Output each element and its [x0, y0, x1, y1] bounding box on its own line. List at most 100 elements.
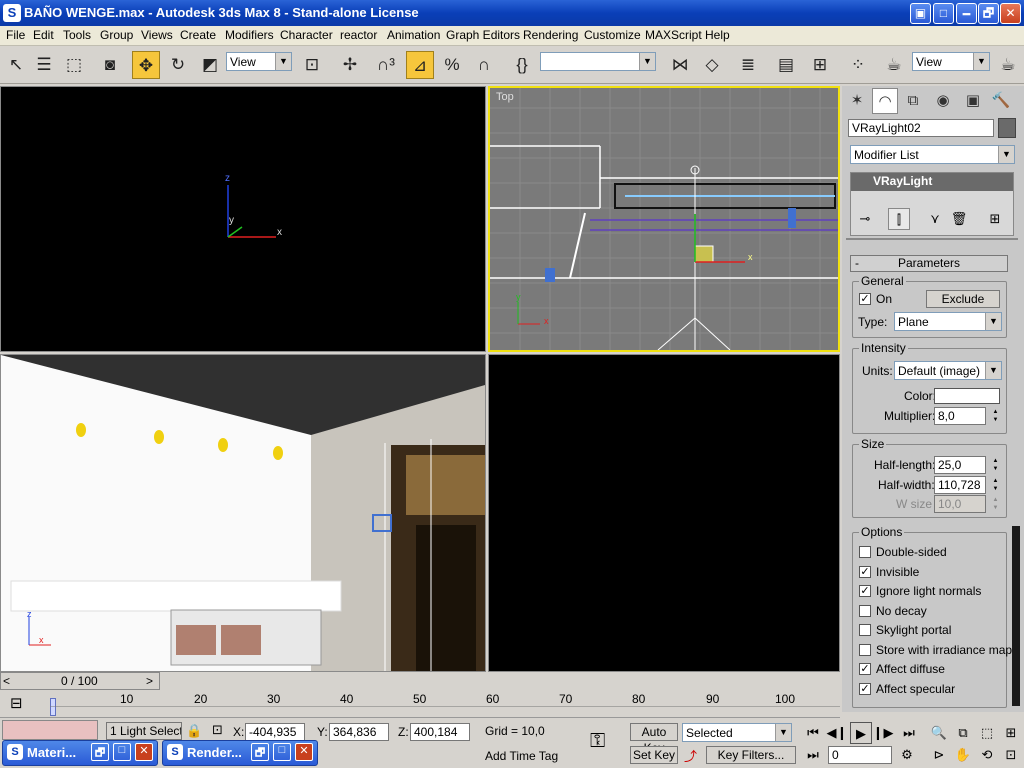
close-icon[interactable]: ✕ [295, 743, 313, 761]
expand-icon[interactable]: □ [933, 3, 954, 24]
double-sided-checkbox[interactable] [859, 546, 871, 558]
lock-selection-icon[interactable]: 🔒 [186, 723, 202, 739]
half-width-spinner-icon[interactable]: ▲ ▼ [990, 477, 1001, 493]
affect-specular-checkbox[interactable]: ✓ [859, 683, 871, 695]
add-time-tag-button[interactable]: Add Time Tag [482, 748, 578, 766]
parameters-rollout-header[interactable]: - Parameters [850, 255, 1008, 272]
rect-selection-icon[interactable]: ⬚ [60, 51, 88, 79]
set-key-button[interactable]: Set Key [630, 746, 678, 764]
multiplier-spinner-icon[interactable]: ▲ ▼ [990, 408, 1001, 424]
pivot-center-icon[interactable]: ⊡ [298, 51, 326, 79]
time-slider[interactable]: < 0 / 100 > [0, 672, 160, 690]
store-irradiance-checkbox[interactable] [859, 644, 871, 656]
schematic-view-icon[interactable]: ⊞ [806, 51, 834, 79]
material-editor-icon[interactable]: ⁘ [844, 51, 872, 79]
mirror-icon[interactable]: ⋈ [666, 51, 694, 79]
menu-group[interactable]: Group [100, 28, 133, 42]
hierarchy-tab-icon[interactable]: ⧉ [900, 88, 926, 114]
menu-file[interactable]: File [6, 28, 25, 42]
utilities-tab-icon[interactable]: 🔨 [988, 88, 1014, 114]
menu-maxscript[interactable]: MAXScript [645, 28, 702, 42]
quick-render-icon[interactable]: ☕ [994, 51, 1022, 79]
close-button[interactable]: ✕ [1000, 3, 1021, 24]
material-editor-window[interactable]: S Materi... 🗗 □ ✕ [2, 740, 158, 766]
skylight-portal-checkbox[interactable] [859, 624, 871, 636]
half-width-field[interactable]: 110,728 [934, 476, 986, 494]
make-unique-icon[interactable]: ⋎ [924, 208, 946, 230]
key-mode-icon[interactable]: ⚿ [590, 730, 605, 753]
viewport-bottom-right[interactable] [488, 354, 840, 672]
next-frame-icon[interactable]: ❙▶ [872, 722, 894, 744]
light-color-swatch[interactable] [934, 388, 1000, 404]
menu-graph-editors[interactable]: Graph Editors [446, 28, 520, 42]
zoom-extents-all-icon[interactable]: ⊞ [1000, 722, 1022, 744]
align-icon[interactable]: ◇ [698, 51, 726, 79]
units-dropdown[interactable]: Default (image) ▼ [894, 361, 1002, 380]
invisible-checkbox[interactable]: ✓ [859, 566, 871, 578]
time-slider-prev[interactable]: < [3, 674, 10, 688]
key-set-dropdown[interactable]: Selected ▼ [682, 723, 792, 742]
arc-rotate-icon[interactable]: ⟲ [976, 744, 998, 766]
viewport-top[interactable]: Top x x y [488, 86, 840, 352]
3dsmax-app-icon[interactable]: S [3, 4, 21, 22]
close-icon[interactable]: ✕ [135, 743, 153, 761]
menu-create[interactable]: Create [180, 28, 216, 42]
render-window[interactable]: S Render... 🗗 □ ✕ [162, 740, 318, 766]
play-icon[interactable]: ▶ [850, 722, 872, 744]
create-tab-icon[interactable]: ✶ [844, 88, 870, 114]
mini-curve-editor-icon[interactable]: ⊟ [10, 694, 23, 712]
maximize-viewport-icon[interactable]: ⊡ [1000, 744, 1022, 766]
menu-character[interactable]: Character [280, 28, 333, 42]
maxscript-listener[interactable] [2, 720, 98, 740]
restore-icon[interactable]: 🗗 [91, 743, 109, 761]
reference-coordinate-dropdown[interactable]: View ▼ [226, 52, 292, 71]
menu-animation[interactable]: Animation [387, 28, 440, 42]
percent-snap-icon[interactable]: % [438, 51, 466, 79]
auto-key-button[interactable]: Auto Key [630, 723, 678, 755]
z-coordinate-field[interactable]: 400,184 [410, 723, 470, 741]
scale-icon[interactable]: ◩ [196, 51, 224, 79]
show-end-result-icon[interactable]: ⫿ [888, 208, 910, 230]
time-slider-next[interactable]: > [146, 674, 153, 688]
menu-help[interactable]: Help [705, 28, 730, 42]
maximize-icon[interactable]: □ [273, 743, 291, 761]
menu-customize[interactable]: Customize [584, 28, 641, 42]
move-icon[interactable]: ✥ [132, 51, 160, 79]
restore-panel-icon[interactable]: ▣ [910, 3, 931, 24]
default-in-out-tangent-icon[interactable]: ⤴ [684, 746, 697, 765]
named-selection-dropdown[interactable]: ▼ [540, 52, 656, 71]
menu-edit[interactable]: Edit [33, 28, 54, 42]
angle-snap-icon[interactable]: ⊿ [406, 51, 434, 79]
stack-item-vraylight[interactable]: VRayLight [851, 173, 1013, 191]
layer-manager-icon[interactable]: ≣ [734, 51, 762, 79]
zoom-all-icon[interactable]: ⧉ [952, 722, 974, 744]
key-filters-button[interactable]: Key Filters... [706, 746, 796, 764]
maximize-button[interactable]: 🗗 [978, 3, 999, 24]
field-of-view-icon[interactable]: ⊳ [928, 744, 950, 766]
goto-start-icon[interactable]: ⏮ [802, 722, 824, 744]
viewport-top-left[interactable]: x z y [0, 86, 486, 352]
menu-rendering[interactable]: Rendering [523, 28, 578, 42]
minimize-button[interactable]: 🗕 [956, 3, 977, 24]
pan-icon[interactable]: ✋ [952, 744, 974, 766]
viewport-perspective[interactable]: z x [0, 354, 486, 672]
snap-3d-icon[interactable]: ∩³ [372, 51, 400, 79]
no-decay-checkbox[interactable] [859, 605, 871, 617]
exclude-button[interactable]: Exclude [926, 290, 1000, 308]
menu-tools[interactable]: Tools [63, 28, 91, 42]
time-config-icon[interactable]: ⚙ [896, 744, 918, 766]
multiplier-field[interactable]: 8,0 [934, 407, 986, 425]
prev-frame-icon[interactable]: ◀❙ [826, 722, 848, 744]
modify-tab-icon[interactable]: ◠ [872, 88, 898, 114]
menu-modifiers[interactable]: Modifiers [225, 28, 274, 42]
light-type-dropdown[interactable]: Plane ▼ [894, 312, 1002, 331]
display-tab-icon[interactable]: ▣ [960, 88, 986, 114]
goto-end-icon[interactable]: ⏭ [898, 722, 920, 744]
viewport-top-label[interactable]: Top [496, 91, 514, 103]
select-manipulate-icon[interactable]: ✢ [336, 51, 364, 79]
motion-tab-icon[interactable]: ◉ [930, 88, 956, 114]
key-mode-toggle-icon[interactable]: ⏭ [802, 744, 824, 766]
rotate-icon[interactable]: ↻ [164, 51, 192, 79]
y-coordinate-field[interactable]: 364,836 [329, 723, 389, 741]
on-checkbox[interactable]: ✓ [859, 293, 871, 305]
